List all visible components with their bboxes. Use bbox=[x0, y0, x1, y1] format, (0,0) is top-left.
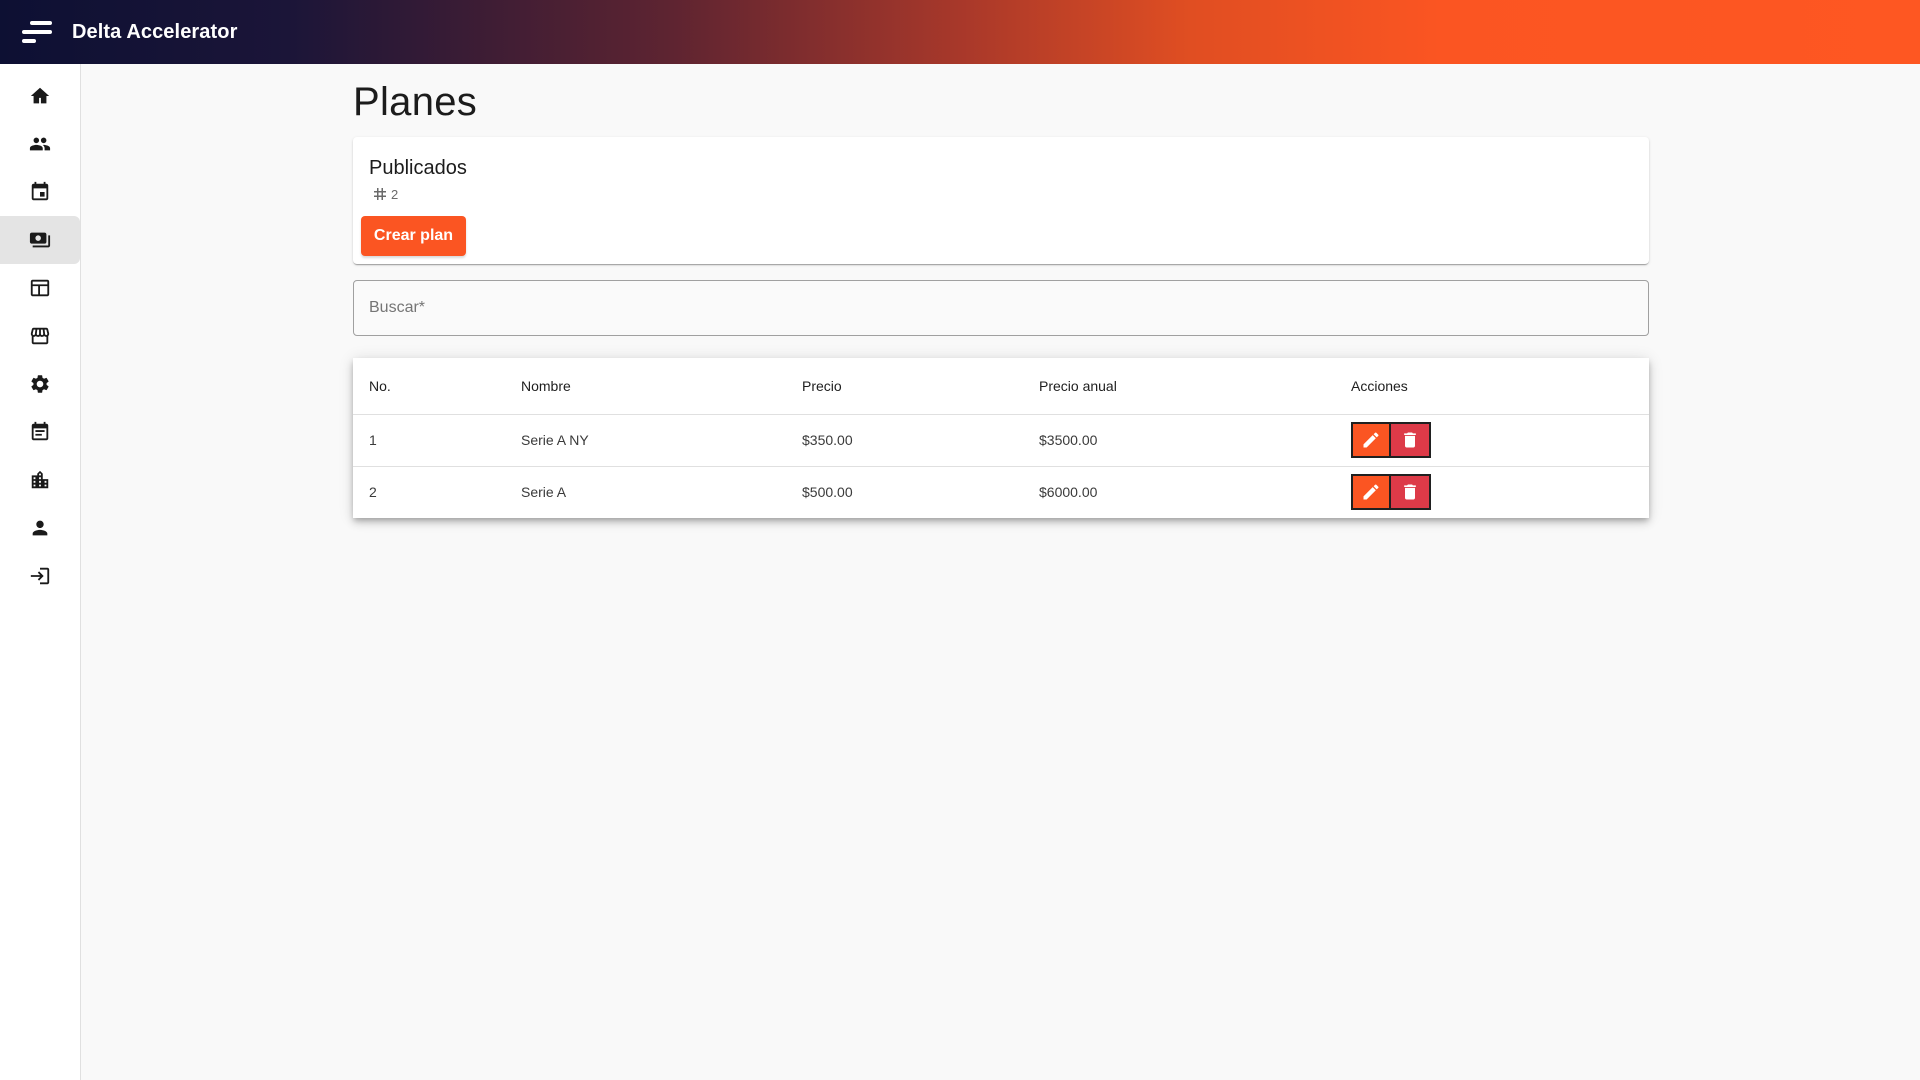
cell-precio-anual: $3500.00 bbox=[1023, 414, 1335, 467]
edit-button[interactable] bbox=[1351, 422, 1391, 458]
column-header-precio-anual: Precio anual bbox=[1023, 358, 1335, 415]
sidebar-item-table[interactable] bbox=[0, 264, 80, 312]
row-actions bbox=[1351, 422, 1649, 458]
published-count: 2 bbox=[371, 185, 398, 203]
trash-icon bbox=[1404, 484, 1416, 500]
payments-icon bbox=[29, 232, 51, 248]
people-icon bbox=[29, 137, 51, 151]
sidebar-item-calendar[interactable] bbox=[0, 168, 80, 216]
card-title: Publicados bbox=[369, 157, 467, 179]
page-title: Planes bbox=[353, 80, 478, 124]
table-row: 2 Serie A $500.00 $6000.00 bbox=[353, 466, 1649, 518]
delete-button[interactable] bbox=[1391, 422, 1431, 458]
cell-no: 1 bbox=[353, 414, 505, 467]
sidebar-item-store[interactable] bbox=[0, 312, 80, 360]
published-count-value: 2 bbox=[391, 186, 399, 202]
business-icon bbox=[31, 470, 49, 489]
delete-button[interactable] bbox=[1391, 474, 1431, 511]
sidebar-item-people[interactable] bbox=[0, 120, 80, 168]
column-header-acciones: Acciones bbox=[1335, 358, 1649, 415]
sidebar-item-login[interactable] bbox=[0, 552, 80, 600]
search-field[interactable] bbox=[353, 280, 1649, 336]
published-plans-card: Publicados 2 Crear plan bbox=[353, 137, 1649, 264]
edit-button[interactable] bbox=[1351, 474, 1391, 511]
person-icon bbox=[32, 520, 48, 536]
cell-no: 2 bbox=[369, 484, 377, 501]
plans-table: No. Nombre Precio Precio anual Acciones … bbox=[353, 358, 1649, 518]
sidebar-item-profile[interactable] bbox=[0, 504, 80, 552]
cell-nombre: Serie A bbox=[521, 484, 567, 501]
login-icon bbox=[30, 567, 50, 585]
hash-icon bbox=[374, 188, 386, 200]
sidebar bbox=[0, 64, 81, 1080]
menu-icon[interactable] bbox=[22, 21, 52, 43]
cell-actions bbox=[1335, 414, 1649, 467]
search-input[interactable] bbox=[354, 281, 1648, 335]
app-title: Delta Accelerator bbox=[72, 20, 238, 43]
cell-precio-anual: $6000.00 bbox=[1039, 484, 1098, 501]
sidebar-item-plans[interactable] bbox=[0, 216, 80, 264]
column-header-no: No. bbox=[353, 358, 505, 415]
cell-actions bbox=[1335, 466, 1649, 518]
top-app-bar: Delta Accelerator bbox=[0, 0, 1920, 64]
sidebar-item-business[interactable] bbox=[0, 456, 80, 504]
calendar-event-icon bbox=[31, 181, 49, 201]
row-actions bbox=[1351, 474, 1649, 511]
table-icon bbox=[30, 279, 50, 297]
create-plan-button[interactable]: Crear plan bbox=[361, 216, 466, 256]
table-row: 1 Serie A NY $350.00 $3500.00 bbox=[353, 414, 1649, 467]
plans-table-card: No. Nombre Precio Precio anual Acciones … bbox=[353, 358, 1649, 518]
trash-icon bbox=[1404, 432, 1416, 448]
table-header-row: No. Nombre Precio Precio anual Acciones bbox=[353, 358, 1649, 415]
sidebar-item-events[interactable] bbox=[0, 408, 80, 456]
edit-icon bbox=[1363, 484, 1379, 500]
cell-precio: $350.00 bbox=[786, 414, 1023, 467]
event-note-icon bbox=[31, 421, 49, 441]
store-icon bbox=[30, 327, 50, 345]
cell-precio: $500.00 bbox=[802, 484, 853, 501]
sidebar-item-home[interactable] bbox=[0, 72, 80, 120]
settings-icon bbox=[31, 375, 49, 393]
column-header-precio: Precio bbox=[786, 358, 1023, 415]
column-header-nombre: Nombre bbox=[505, 358, 786, 415]
home-icon bbox=[30, 87, 50, 104]
cell-nombre: Serie A NY bbox=[505, 414, 786, 467]
sidebar-item-settings[interactable] bbox=[0, 360, 80, 408]
edit-icon bbox=[1363, 432, 1379, 448]
